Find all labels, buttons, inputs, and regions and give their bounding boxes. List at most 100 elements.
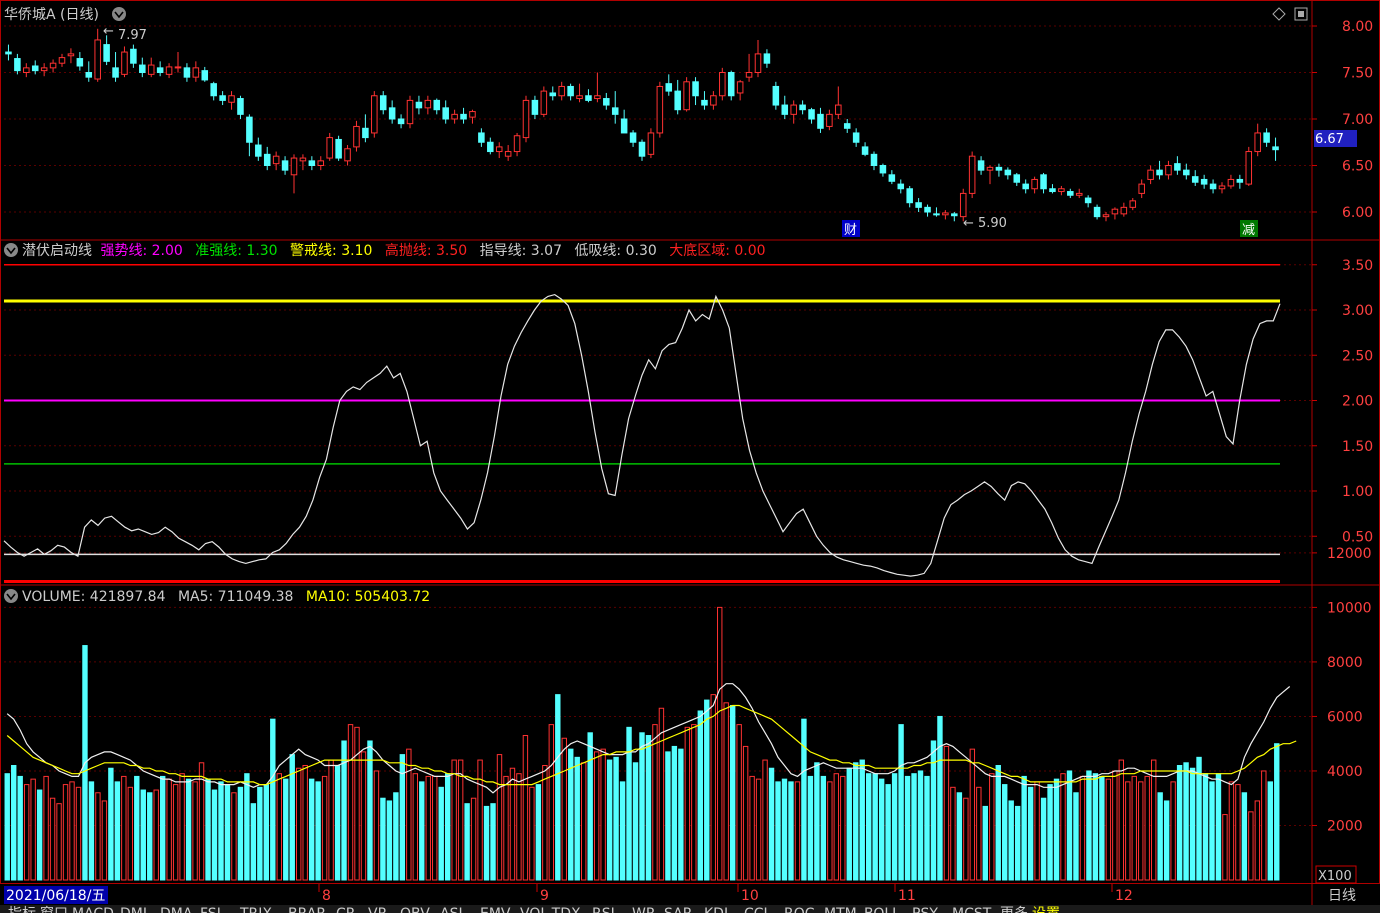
- indicator-dropdown-icon[interactable]: [4, 243, 18, 257]
- candle-body: [290, 157, 298, 176]
- candle-body: [495, 146, 503, 153]
- tab-item[interactable]: RSI: [592, 906, 615, 913]
- tab-item[interactable]: ASI: [440, 906, 463, 913]
- volume-bar: [1066, 770, 1073, 881]
- candle-body: [442, 107, 449, 120]
- tab-item[interactable]: 设置: [1032, 906, 1060, 913]
- candle-body: [1147, 169, 1154, 180]
- candle-body: [817, 113, 824, 129]
- volume-legend: VOLUME: 421897.84 MA5: 711049.38 MA10: 5…: [22, 589, 430, 605]
- volume-bar: [878, 778, 885, 881]
- volume-bar: [645, 735, 652, 881]
- volume-bar: [917, 770, 924, 881]
- candle-body: [781, 104, 789, 115]
- tab-item[interactable]: 更多: [1000, 905, 1028, 913]
- volume-bar: [1053, 778, 1060, 881]
- volume-bar: [172, 784, 179, 881]
- candle-body: [1004, 169, 1012, 176]
- tab-item[interactable]: 窗口: [40, 905, 68, 913]
- tab-item[interactable]: BRAR: [288, 906, 326, 913]
- indicator-tick-label: 0.50: [1342, 529, 1373, 545]
- candle-body: [1084, 197, 1092, 204]
- volume-bar: [1112, 770, 1118, 881]
- volume-bar: [911, 773, 917, 881]
- period-label[interactable]: 日线: [1328, 888, 1356, 904]
- volume-bar: [1021, 775, 1027, 881]
- tab-item[interactable]: DMI: [120, 906, 147, 913]
- volume-bar: [1261, 770, 1267, 881]
- volume-bar: [30, 778, 36, 881]
- legend-di: 低吸线: 0.30: [574, 243, 656, 259]
- candle-body: [406, 99, 414, 125]
- tab-item[interactable]: FSL: [200, 906, 225, 913]
- volume-bar: [1079, 775, 1086, 881]
- volume-bar: [134, 775, 140, 881]
- tab-item[interactable]: MCST: [952, 906, 992, 913]
- title-dropdown-icon[interactable]: [112, 7, 126, 21]
- volume-bar: [276, 773, 282, 881]
- main-chart[interactable]: 华侨城A (日线) 7.97 ← 5.90 ← 财 减 6.67 潜伏启动线 强…: [0, 0, 1380, 913]
- volume-bar: [678, 748, 684, 881]
- legend-zhi: 指导线: 3.07: [480, 243, 562, 259]
- tab-item[interactable]: DMA: [160, 906, 193, 913]
- indicator-name: 潜伏启动线: [22, 243, 92, 259]
- volume-bar: [101, 800, 108, 881]
- volume-bar: [989, 773, 995, 881]
- volume-bar: [613, 756, 619, 881]
- candle-body: [888, 174, 896, 182]
- indicator-tabs[interactable]: 指标窗口 MACD DMI DMA FSL TRIX BRAR CR VR OBV ASI EMV VO…: [0, 905, 1380, 913]
- candle-body: [995, 166, 1003, 171]
- candle-body: [719, 72, 726, 97]
- tab-item[interactable]: ROC: [784, 906, 815, 913]
- volume-dropdown-icon[interactable]: [4, 589, 18, 603]
- volume-bar: [43, 775, 49, 881]
- tab-item[interactable]: VOL-TDX: [520, 906, 581, 913]
- tab-item[interactable]: EMV: [480, 906, 511, 913]
- diamond-icon[interactable]: [1272, 7, 1286, 21]
- volume-bar: [1014, 805, 1021, 881]
- legend-ma5: MA5: 711049.38: [178, 589, 293, 605]
- tab-item[interactable]: WR: [632, 906, 656, 913]
- tab-item[interactable]: CR: [336, 906, 356, 913]
- volume-bar: [56, 803, 62, 881]
- tab-item[interactable]: BOLL: [864, 906, 900, 913]
- tab-item[interactable]: 指标: [8, 906, 36, 913]
- tab-item[interactable]: MACD: [72, 906, 114, 913]
- volume-bar: [542, 765, 548, 881]
- candle-body: [353, 125, 360, 148]
- candle-body: [585, 95, 592, 101]
- volume-bar: [840, 775, 846, 881]
- tab-item[interactable]: VR: [368, 906, 388, 913]
- tab-item[interactable]: MTM: [824, 906, 857, 913]
- candle-body: [879, 165, 887, 174]
- candle-body: [1200, 178, 1208, 185]
- tab-item[interactable]: KDJ: [704, 906, 728, 913]
- volume-bar: [606, 759, 613, 881]
- volume-bar: [963, 797, 969, 881]
- month-label: 8: [322, 888, 331, 904]
- legend-ma10: MA10: 505403.72: [306, 589, 430, 605]
- tab-item[interactable]: CCI: [744, 906, 768, 913]
- candle-body: [1165, 165, 1172, 176]
- candle-body: [23, 67, 30, 73]
- tab-item[interactable]: TRIX: [239, 906, 272, 913]
- indicator-tick-label: 2.00: [1342, 394, 1373, 410]
- volume-bar: [1060, 773, 1066, 881]
- candle-body: [335, 138, 342, 159]
- candle-body: [531, 99, 539, 115]
- window-icon[interactable]: [1294, 7, 1308, 21]
- candle-body: [237, 98, 244, 115]
- volume-bar: [749, 775, 755, 881]
- candle-body: [94, 39, 101, 80]
- candle-body: [665, 83, 673, 92]
- candle-body: [460, 113, 467, 120]
- tab-item[interactable]: OBV: [400, 906, 430, 913]
- candle-body: [861, 146, 869, 155]
- cursor-date: 2021/06/18/五: [6, 888, 105, 904]
- tab-item[interactable]: PSY: [912, 906, 938, 913]
- volume-bar: [406, 748, 412, 881]
- candle-body: [14, 58, 21, 72]
- candle-body: [620, 118, 628, 134]
- tab-item[interactable]: SAR: [664, 906, 693, 913]
- volume-bar: [1040, 797, 1047, 881]
